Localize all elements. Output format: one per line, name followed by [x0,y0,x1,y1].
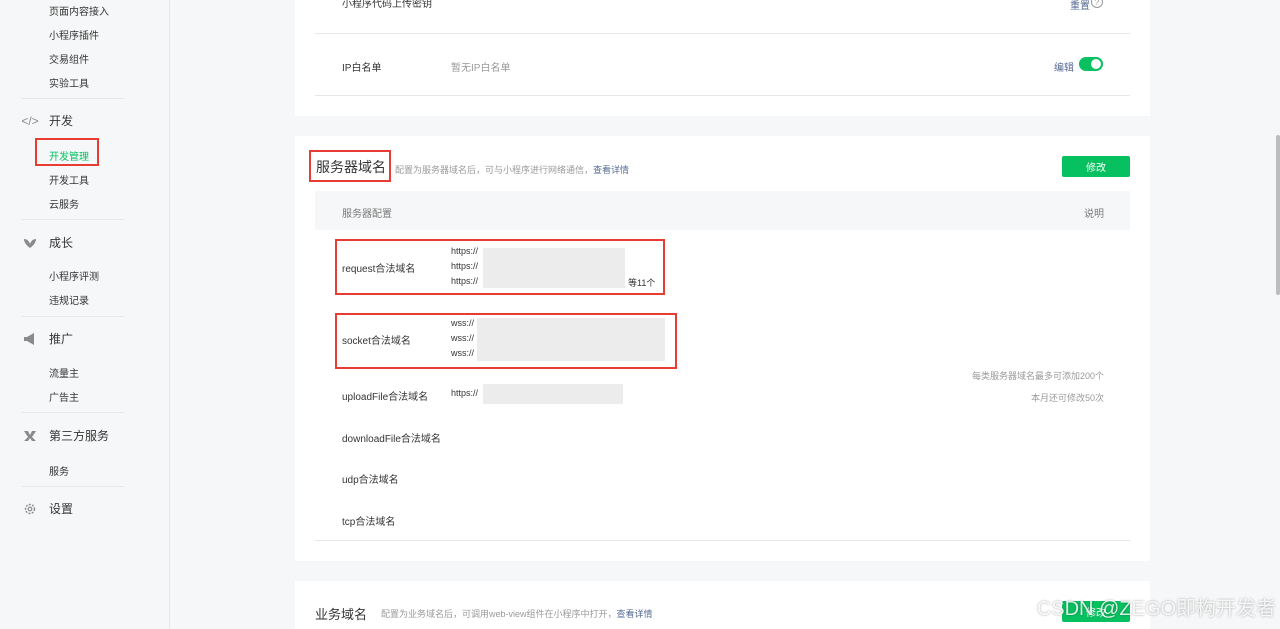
view-details-link[interactable]: 查看详情 [593,165,629,175]
row-divider [315,95,1130,96]
sidebar-group-label: 设置 [49,502,74,516]
sidebar-divider [22,316,124,317]
sidebar-group-label: 推广 [49,332,74,346]
table-header: 服务器配置 说明 [315,191,1130,230]
sidebar-item-violations[interactable]: 违规记录 [49,292,89,307]
sidebar-group-dev[interactable]: </> 开发 [21,112,74,129]
monthly-modify-note: 本月还可修改50次 [1030,393,1104,403]
sidebar-item-dev-manage[interactable]: 开发管理 [49,148,89,163]
socket-domain-label: socket合法域名 [342,336,411,347]
business-domain-panel: 业务域名 配置为业务域名后，可调用web-view组件在小程序中打开，查看详情 … [295,581,1150,629]
server-domain-panel: 服务器域名 配置为服务器域名后，可与小程序进行网络通信，查看详情 修改 服务器配… [295,136,1150,561]
sidebar-item-cloud[interactable]: 云服务 [49,196,79,211]
sidebar-divider [22,486,124,487]
request-more-count: 等11个 [628,278,656,288]
code-icon: </> [21,113,39,128]
business-domain-desc: 配置为业务域名后，可调用web-view组件在小程序中打开，查看详情 [381,607,653,620]
sidebar-group-settings[interactable]: 设置 [22,500,73,517]
desc-text: 配置为业务域名后，可调用web-view组件在小程序中打开， [381,609,617,619]
sidebar-item-page-content[interactable]: 页面内容接入 [49,3,109,18]
request-url: https:// [451,276,479,286]
col-description: 说明 [1084,209,1104,220]
gear-icon [22,501,38,517]
redacted-region [483,248,625,288]
watermark: CSDN @ZEGO即构开发者 [1036,598,1276,620]
sidebar-divider [22,219,124,220]
view-details-link[interactable]: 查看详情 [617,609,653,619]
sidebar-item-plugins[interactable]: 小程序插件 [49,27,99,42]
udp-domain-label: udp合法域名 [342,475,399,486]
request-url: https:// [451,261,479,271]
sidebar-item-services[interactable]: 服务 [49,463,69,478]
sidebar-group-promote[interactable]: 推广 [22,330,73,347]
socket-url: wss:// [451,333,475,343]
scrollbar[interactable] [1276,135,1280,295]
socket-url: wss:// [451,318,475,328]
uploadfile-url: https:// [451,388,479,398]
third-party-icon [22,428,38,444]
leaf-icon [22,235,38,251]
modify-button[interactable]: 修改 [1062,156,1130,177]
business-domain-title: 业务域名 [315,607,368,622]
ip-whitelist-toggle[interactable] [1079,57,1103,71]
upload-key-label: 小程序代码上传密钥 [342,0,432,10]
col-server-config: 服务器配置 [342,209,392,220]
server-domain-title: 服务器域名 [316,159,386,175]
sidebar-item-trade[interactable]: 交易组件 [49,51,89,66]
server-domain-desc: 配置为服务器域名后，可与小程序进行网络通信，查看详情 [395,163,629,176]
dev-settings-panel: 小程序代码上传密钥 重置 ? IP白名单 暂无IP白名单 编辑 [295,0,1150,116]
sidebar: 页面内容接入 小程序插件 交易组件 实验工具 </> 开发 开发管理 开发工具 … [0,0,170,629]
sidebar-group-growth[interactable]: 成长 [22,234,73,251]
sidebar-item-dev-tools[interactable]: 开发工具 [49,172,89,187]
redacted-region [483,384,623,404]
downloadfile-domain-label: downloadFile合法域名 [342,434,441,445]
desc-text: 配置为服务器域名后，可与小程序进行网络通信， [395,165,594,175]
megaphone-icon [22,331,38,347]
sidebar-item-review[interactable]: 小程序评测 [49,268,99,283]
domain-limit-note: 每类服务器域名最多可添加200个 [971,371,1104,381]
sidebar-divider [22,412,124,413]
sidebar-divider [22,98,124,99]
tcp-domain-label: tcp合法域名 [342,517,396,528]
sidebar-item-ads[interactable]: 广告主 [49,389,79,404]
request-domain-label: request合法域名 [342,264,416,275]
sidebar-group-label: 开发 [49,114,74,128]
reset-link[interactable]: 重置 [1070,0,1090,12]
help-icon[interactable]: ? [1091,0,1103,8]
ip-whitelist-label: IP白名单 [342,63,382,74]
uploadfile-domain-label: uploadFile合法域名 [342,392,429,403]
row-divider [315,33,1130,34]
ip-whitelist-value: 暂无IP白名单 [451,63,511,74]
sidebar-group-label: 第三方服务 [49,429,110,443]
toggle-knob [1091,59,1101,69]
row-divider [315,540,1130,541]
sidebar-item-traffic[interactable]: 流量主 [49,365,79,380]
redacted-region [477,318,665,361]
socket-url: wss:// [451,348,475,358]
sidebar-group-label: 成长 [49,236,74,250]
request-url: https:// [451,246,479,256]
sidebar-item-lab[interactable]: 实验工具 [49,75,89,90]
sidebar-group-third[interactable]: 第三方服务 [22,427,109,444]
ip-edit-link[interactable]: 编辑 [1054,59,1074,74]
